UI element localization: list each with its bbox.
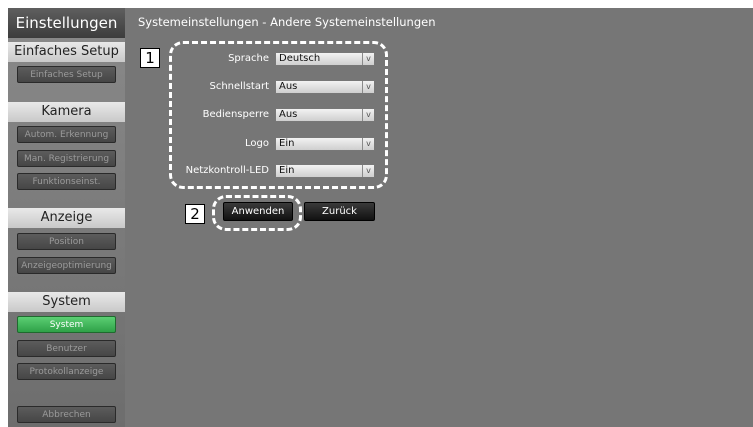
section-header-kamera: Kamera [8,102,125,122]
sidebar-item-einfaches-setup[interactable]: Einfaches Setup [17,66,116,83]
cancel-button[interactable]: Abbrechen [17,406,116,423]
chevron-down-icon: v [362,53,374,65]
chevron-down-icon: v [362,165,374,177]
section-header-anzeige: Anzeige [8,208,125,228]
section-header-einfaches-setup: Einfaches Setup [8,42,125,62]
main-panel: Systemeinstellungen - Andere Systemeinst… [125,8,753,427]
sidebar-item-man-registrierung[interactable]: Man. Registrierung [17,150,116,167]
back-button[interactable]: Zurück [304,202,375,221]
select-bediensperre[interactable]: Aus v [275,108,375,122]
select-sprache-value: Deutsch [279,53,321,64]
select-netzkontroll-led[interactable]: Ein v [275,164,375,178]
sidebar-item-anzeigeoptimierung[interactable]: Anzeigeoptimierung [17,257,116,274]
callout-1: 1 [140,48,160,68]
apply-button[interactable]: Anwenden [223,202,293,221]
sidebar-item-autom-erkennung[interactable]: Autom. Erkennung [17,126,116,143]
label-bediensperre: Bediensperre [202,109,269,120]
sidebar-item-system[interactable]: System [17,316,116,333]
app-frame: Einstellungen Einfaches Setup Einfaches … [0,0,753,427]
label-netzkontroll-led: Netzkontroll-LED [185,165,269,176]
sidebar-item-benutzer[interactable]: Benutzer [17,340,116,357]
label-sprache: Sprache [228,53,269,64]
label-logo: Logo [245,138,269,149]
select-logo-value: Ein [279,138,295,149]
callout-2: 2 [185,204,205,224]
select-logo[interactable]: Ein v [275,137,375,151]
chevron-down-icon: v [362,138,374,150]
label-schnellstart: Schnellstart [209,81,269,92]
sidebar: Einstellungen Einfaches Setup Einfaches … [8,8,125,427]
select-schnellstart-value: Aus [279,81,298,92]
chevron-down-icon: v [362,81,374,93]
select-sprache[interactable]: Deutsch v [275,52,375,66]
select-bediensperre-value: Aus [279,109,298,120]
sidebar-item-position[interactable]: Position [17,233,116,250]
sidebar-header: Einstellungen [8,8,125,38]
section-header-system: System [8,292,125,312]
sidebar-item-protokollanzeige[interactable]: Protokollanzeige [17,363,116,380]
sidebar-item-funktionseinst[interactable]: Funktionseinst. [17,173,116,190]
chevron-down-icon: v [362,109,374,121]
select-netzkontroll-led-value: Ein [279,165,295,176]
page-title: Systemeinstellungen - Andere Systemeinst… [138,15,436,29]
select-schnellstart[interactable]: Aus v [275,80,375,94]
